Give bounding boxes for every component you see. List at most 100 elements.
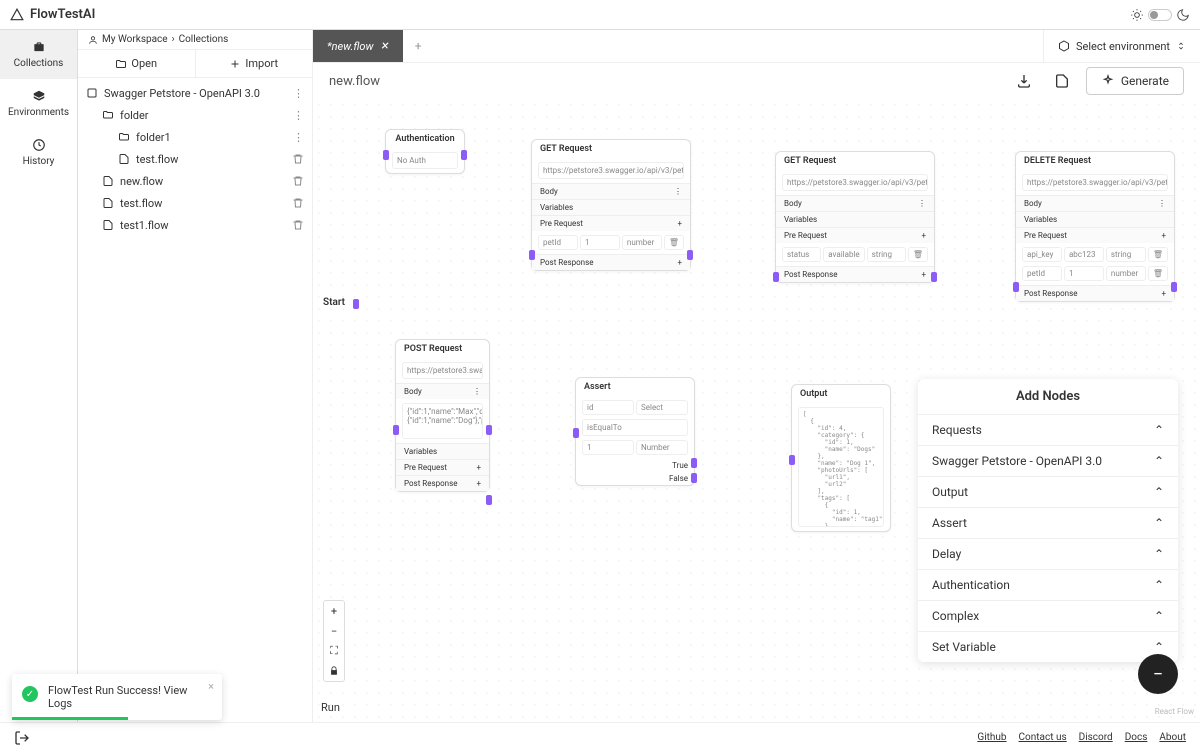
lock-button[interactable]	[324, 661, 344, 681]
footer-about[interactable]: About	[1159, 732, 1186, 743]
get-request-node-1[interactable]: GET Request https://petstore3.swagger.io…	[531, 139, 691, 271]
nav-history-label: History	[23, 156, 55, 167]
flow-canvas[interactable]: Start Authentication No Auth GET Request…	[313, 99, 1200, 722]
add-nodes-setvariable[interactable]: Set Variable⌃	[918, 631, 1178, 662]
chevron-updown-icon	[1176, 41, 1186, 51]
tree-file[interactable]: new.flow	[78, 170, 312, 192]
assert-node[interactable]: Assert idSelect isEqualTo 1Number True F…	[575, 377, 695, 486]
logout-icon[interactable]	[14, 730, 30, 746]
layers-icon	[32, 89, 46, 103]
output-node[interactable]: Output [ { "id": 4, "category": { "id": …	[791, 384, 891, 532]
flow-header: new.flow Generate	[313, 63, 1200, 99]
sparkle-icon	[1101, 74, 1115, 88]
breadcrumb: My Workspace › Collections	[78, 30, 312, 50]
chevron-up-icon: ⌃	[1154, 547, 1164, 561]
nav-environments-label: Environments	[8, 107, 69, 118]
tree-file[interactable]: test.flow	[78, 192, 312, 214]
moon-icon	[1176, 8, 1190, 22]
fit-button[interactable]: ⛶	[324, 641, 344, 661]
chevron-up-icon: ⌃	[1154, 516, 1164, 530]
add-nodes-output[interactable]: Output⌃	[918, 476, 1178, 507]
toast: ✓ FlowTest Run Success! View Logs ×	[12, 674, 222, 720]
footer-contact[interactable]: Contact us	[1019, 732, 1067, 743]
breadcrumb-section[interactable]: Collections	[179, 34, 229, 45]
folder-icon	[118, 131, 130, 143]
add-nodes-complex[interactable]: Complex⌃	[918, 600, 1178, 631]
chevron-up-icon: ⌃	[1154, 578, 1164, 592]
zoom-out-button[interactable]: −	[324, 621, 344, 641]
theme-switch[interactable]	[1148, 9, 1172, 21]
tab-new-flow[interactable]: *new.flow ×	[313, 30, 403, 62]
breadcrumb-workspace[interactable]: My Workspace	[102, 34, 168, 45]
leftnav: Collections Environments History	[0, 30, 78, 722]
footer-discord[interactable]: Discord	[1079, 732, 1113, 743]
save-icon[interactable]	[1010, 67, 1038, 95]
start-node[interactable]: Start	[323, 297, 345, 308]
user-icon	[88, 35, 98, 45]
zoom-in-button[interactable]: +	[324, 601, 344, 621]
sun-icon	[1130, 8, 1144, 22]
nav-environments[interactable]: Environments	[0, 79, 77, 128]
run-button[interactable]: Run	[321, 701, 340, 714]
chevron-up-icon: ⌃	[1154, 640, 1164, 654]
nav-collections[interactable]: Collections	[0, 30, 77, 79]
file-icon	[102, 197, 114, 209]
plus-icon	[229, 58, 241, 70]
canvas-controls: + − ⛶	[323, 600, 345, 682]
more-icon[interactable]: ⋮	[293, 109, 304, 122]
tabs: *new.flow × + Select environment	[313, 30, 1200, 63]
tab-close-icon[interactable]: ×	[381, 38, 388, 54]
tree-file[interactable]: test.flow	[78, 148, 312, 170]
toast-message: FlowTest Run Success! View Logs	[48, 684, 187, 710]
more-icon[interactable]: ⋮	[293, 87, 304, 100]
attribution: React Flow	[1155, 707, 1194, 716]
footer-docs[interactable]: Docs	[1125, 732, 1148, 743]
add-nodes-panel: Add Nodes Requests⌃ Swagger Petstore - O…	[918, 379, 1178, 662]
footer: Github Contact us Discord Docs About	[0, 722, 1200, 752]
tree-folder1[interactable]: folder1 ⋮	[78, 126, 312, 148]
post-request-node[interactable]: POST Request https://petstore3.swagger.i…	[395, 339, 490, 492]
chevron-up-icon: ⌃	[1154, 609, 1164, 623]
footer-github[interactable]: Github	[977, 732, 1006, 743]
add-nodes-authentication[interactable]: Authentication⌃	[918, 569, 1178, 600]
more-icon[interactable]: ⋮	[293, 131, 304, 144]
app-logo: FlowTestAI	[10, 7, 95, 22]
trash-icon[interactable]	[292, 153, 304, 165]
get-request-node-2[interactable]: GET Request https://petstore3.swagger.io…	[775, 151, 935, 283]
check-icon: ✓	[22, 686, 38, 702]
tree-file[interactable]: test1.flow	[78, 214, 312, 236]
cube-icon	[1058, 40, 1070, 52]
trash-icon[interactable]	[292, 219, 304, 231]
fab-close[interactable]: −	[1138, 654, 1178, 694]
tree-collection[interactable]: Swagger Petstore - OpenAPI 3.0 ⋮	[78, 82, 312, 104]
box-icon	[86, 87, 98, 99]
chevron-up-icon: ⌃	[1154, 485, 1164, 499]
delete-request-node[interactable]: DELETE Request https://petstore3.swagger…	[1015, 151, 1175, 302]
tree-folder[interactable]: folder ⋮	[78, 104, 312, 126]
nav-history[interactable]: History	[0, 128, 77, 177]
document-icon[interactable]	[1048, 67, 1076, 95]
sidebar: My Workspace › Collections Open Import S…	[78, 30, 313, 722]
generate-button[interactable]: Generate	[1086, 67, 1184, 95]
add-nodes-title: Add Nodes	[918, 379, 1178, 414]
chevron-up-icon: ⌃	[1154, 423, 1164, 437]
tab-add[interactable]: +	[403, 30, 434, 62]
trash-icon[interactable]	[292, 175, 304, 187]
add-nodes-assert[interactable]: Assert⌃	[918, 507, 1178, 538]
folder-icon	[102, 109, 114, 121]
auth-node[interactable]: Authentication No Auth	[385, 129, 465, 174]
add-nodes-swagger[interactable]: Swagger Petstore - OpenAPI 3.0⌃	[918, 445, 1178, 476]
app-name: FlowTestAI	[30, 7, 95, 22]
open-button[interactable]: Open	[78, 50, 196, 77]
chevron-up-icon: ⌃	[1154, 454, 1164, 468]
environment-select[interactable]: Select environment	[1043, 30, 1200, 62]
canvas-area: *new.flow × + Select environment new.flo…	[313, 30, 1200, 722]
toast-close-icon[interactable]: ×	[208, 680, 214, 693]
theme-toggle[interactable]	[1130, 8, 1190, 22]
import-button[interactable]: Import	[196, 50, 313, 77]
file-tree: Swagger Petstore - OpenAPI 3.0 ⋮ folder …	[78, 78, 312, 722]
add-nodes-requests[interactable]: Requests⌃	[918, 414, 1178, 445]
flow-title: new.flow	[329, 74, 1000, 89]
add-nodes-delay[interactable]: Delay⌃	[918, 538, 1178, 569]
trash-icon[interactable]	[292, 197, 304, 209]
